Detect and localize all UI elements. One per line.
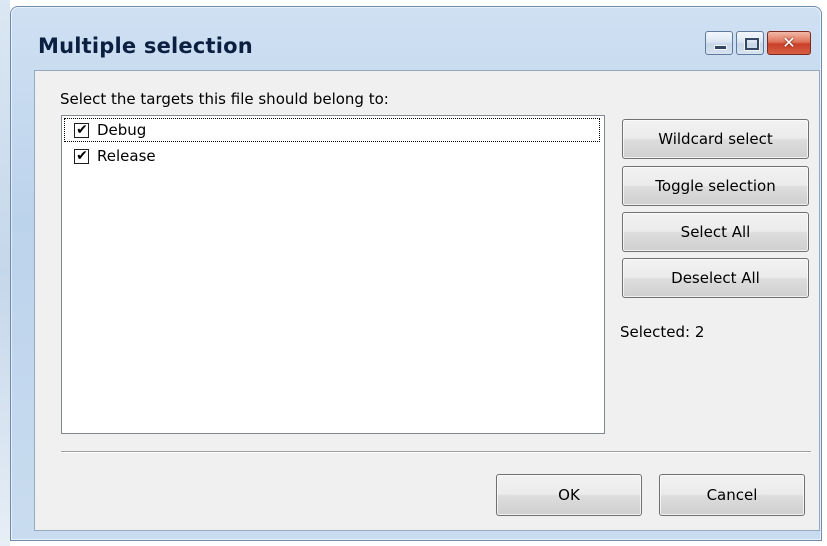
- window-title: Multiple selection: [38, 34, 253, 58]
- maximize-button[interactable]: [736, 31, 764, 55]
- debug-label: Debug: [97, 121, 147, 139]
- checkmark-icon: ✔: [76, 121, 88, 138]
- list-item-debug[interactable]: ✔ Debug: [64, 118, 600, 142]
- select-all-button[interactable]: Select All: [622, 212, 809, 252]
- maximize-icon: [745, 38, 759, 50]
- checkmark-icon: ✔: [76, 147, 88, 164]
- minimize-icon: [714, 45, 727, 50]
- divider: [61, 451, 811, 453]
- background-strip: [0, 0, 10, 546]
- close-icon: ✕: [782, 33, 796, 52]
- caption-buttons: ✕: [705, 31, 811, 57]
- targets-list[interactable]: ✔ Debug ✔ Release: [61, 115, 605, 434]
- dialog-client-area: Select the targets this file should belo…: [34, 70, 820, 531]
- ok-button[interactable]: OK: [496, 474, 642, 516]
- minimize-button[interactable]: [705, 31, 733, 55]
- debug-checkbox[interactable]: ✔: [74, 121, 89, 138]
- release-label: Release: [97, 147, 156, 165]
- release-checkbox[interactable]: ✔: [74, 147, 89, 164]
- close-button[interactable]: ✕: [767, 31, 811, 55]
- list-item-release[interactable]: ✔ Release: [64, 144, 156, 168]
- cancel-button[interactable]: Cancel: [659, 474, 805, 516]
- toggle-selection-button[interactable]: Toggle selection: [622, 166, 809, 206]
- dialog-window: Multiple selection ✕ Select the targets …: [10, 6, 822, 541]
- targets-prompt: Select the targets this file should belo…: [60, 90, 389, 108]
- wildcard-select-button[interactable]: Wildcard select: [622, 119, 809, 159]
- selected-count: Selected: 2: [620, 323, 705, 341]
- deselect-all-button[interactable]: Deselect All: [622, 258, 809, 298]
